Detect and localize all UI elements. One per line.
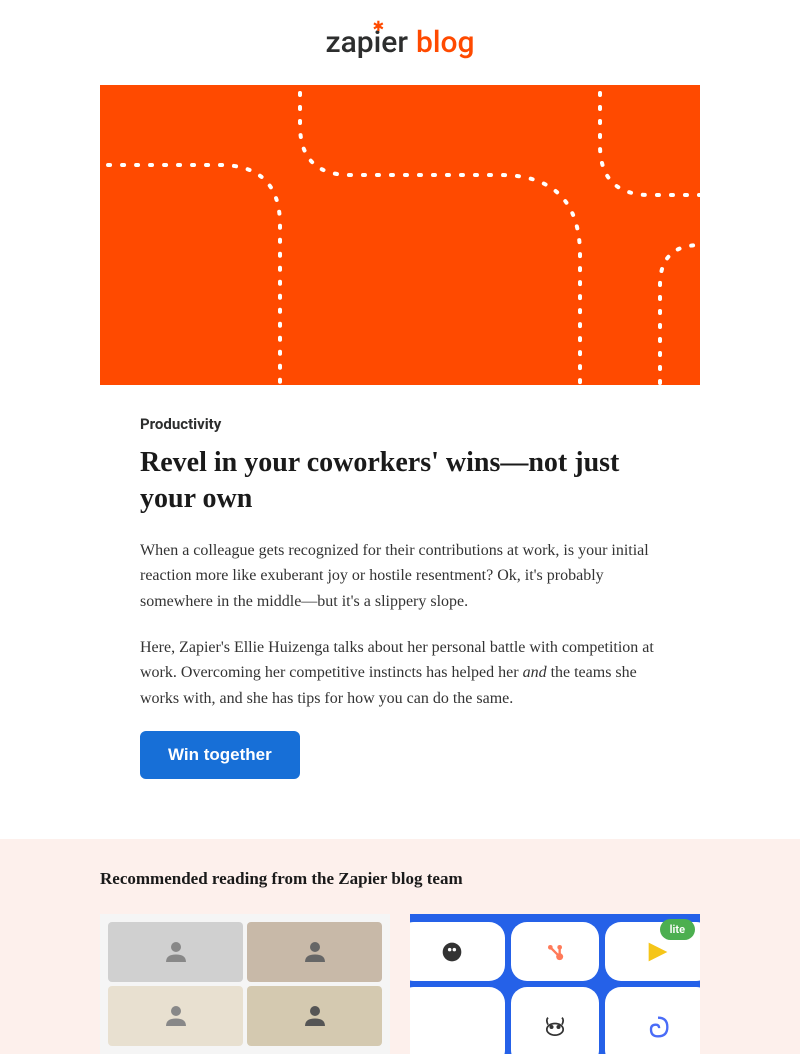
logo-blog-text: blog (416, 25, 475, 60)
article-paragraph-2: Here, Zapier's Ellie Huizenga talks abou… (140, 635, 660, 712)
app-tile-cow (511, 987, 598, 1054)
card-image-video-grid (100, 914, 390, 1054)
recommended-cards: lite (100, 914, 700, 1054)
article-category: Productivity (140, 415, 660, 433)
person-tile-4 (247, 986, 382, 1046)
recommended-card-2[interactable]: lite (410, 914, 700, 1054)
lite-badge: lite (660, 919, 695, 940)
hero-image[interactable] (100, 85, 700, 385)
article-paragraph-1: When a colleague gets recognized for the… (140, 538, 660, 615)
app-tile-mailchimp (410, 922, 505, 981)
star-icon: ✱ (373, 19, 385, 35)
article-content: Productivity Revel in your coworkers' wi… (140, 385, 660, 839)
person-tile-2 (247, 922, 382, 982)
recommended-section: Recommended reading from the Zapier blog… (0, 839, 800, 1054)
win-together-button[interactable]: Win together (140, 731, 300, 779)
person-tile-3 (108, 986, 243, 1046)
article-title: Revel in your coworkers' wins—not just y… (140, 445, 660, 518)
zapier-blog-logo[interactable]: zapier✱ blog (326, 25, 475, 60)
recommended-title: Recommended reading from the Zapier blog… (100, 869, 700, 889)
person-tile-1 (108, 922, 243, 982)
app-tile-spiral (605, 987, 700, 1054)
logo-zapier-text: zapier✱ (326, 25, 408, 60)
header: zapier✱ blog (0, 0, 800, 85)
app-tile-hubspot (511, 922, 598, 981)
recommended-card-1[interactable] (100, 914, 390, 1054)
article-body: When a colleague gets recognized for the… (140, 538, 660, 712)
app-tile-generic-2 (410, 987, 505, 1054)
dotted-path-decoration (100, 85, 700, 385)
card-image-apps-grid: lite (410, 914, 700, 1054)
